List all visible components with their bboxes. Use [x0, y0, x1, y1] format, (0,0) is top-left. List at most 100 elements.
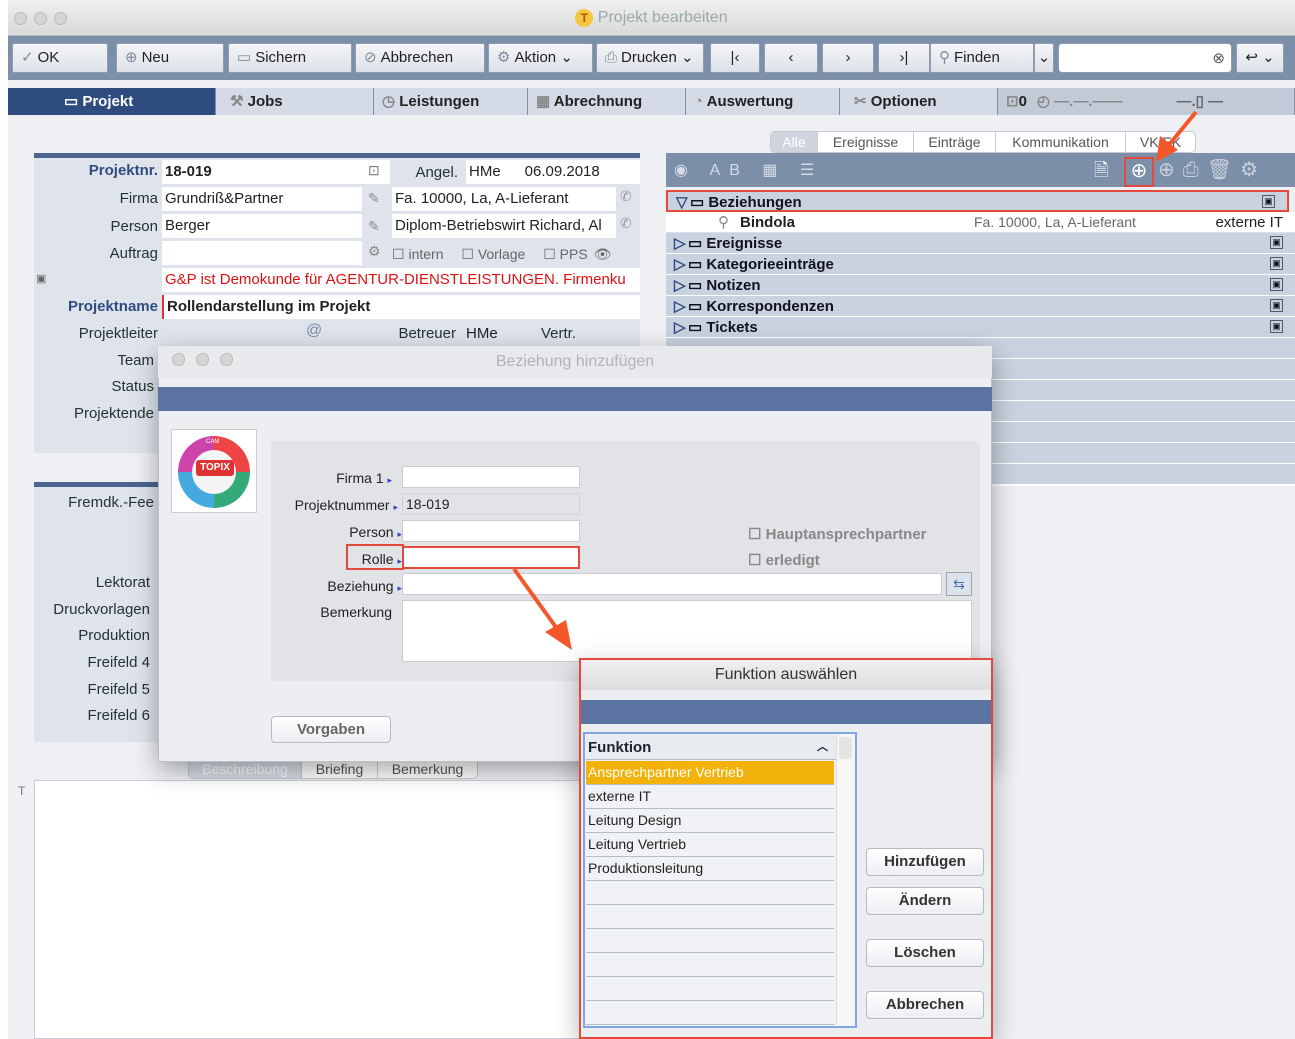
expand-icon[interactable]: ▣	[1262, 195, 1275, 208]
filter-tab-eintraege[interactable]: Einträge	[913, 132, 995, 152]
tab-jobs[interactable]: ⚒ Jobs	[216, 88, 374, 115]
gear-icon[interactable]: ⚙	[368, 243, 381, 260]
projektname-field[interactable]: Rollendarstellung im Projekt	[162, 295, 640, 319]
funktion-item[interactable]: externe IT	[586, 785, 834, 809]
abbrechen-dialog-button[interactable]: Abbrechen	[866, 991, 984, 1019]
expand-icon[interactable]: ▣	[1270, 257, 1283, 270]
intern-checkbox[interactable]: ☐	[392, 246, 408, 262]
sichern-button[interactable]: ▭ Sichern	[228, 43, 352, 73]
tree-row-kategorie[interactable]: ▷ ▭ Kategorieeinträge ▣	[666, 254, 1295, 275]
tree-row-notizen[interactable]: ▷ ▭ Notizen ▣	[666, 275, 1295, 296]
next-record-button[interactable]: ›	[822, 43, 874, 73]
funktion-header-bar	[581, 700, 991, 724]
person-input[interactable]	[402, 520, 580, 542]
aendern-button[interactable]: Ändern	[866, 887, 984, 915]
tree-row-korrespondenzen[interactable]: ▷ ▭ Korrespondenzen ▣	[666, 296, 1295, 317]
tab-optionen[interactable]: ✂ Optionen	[840, 88, 998, 115]
beziehung-input[interactable]	[402, 573, 942, 595]
swap-icon[interactable]: ⇆	[946, 572, 972, 596]
vorlage-checkbox[interactable]: ☐	[461, 246, 477, 262]
tree-row-beziehungen[interactable]: ▽ ▭ Beziehungen ▣	[666, 190, 1289, 212]
pencil-icon[interactable]: ✎	[368, 190, 380, 207]
zoom-window-button[interactable]	[54, 12, 67, 25]
previous-record-button[interactable]: ‹	[764, 43, 818, 73]
drucken-button[interactable]: ⎙ Drucken ⌄	[596, 43, 704, 73]
hauptansprechpartner-checkbox[interactable]: ☐ Hauptansprechpartner	[748, 525, 927, 543]
betreuer-value[interactable]: HMe	[466, 325, 498, 342]
expand-icon[interactable]: ▣	[1270, 236, 1283, 249]
bemerkung-input[interactable]	[402, 600, 972, 662]
at-icon[interactable]: @	[306, 322, 322, 340]
tree-row-tickets[interactable]: ▷ ▭ Tickets ▣	[666, 317, 1295, 338]
vorgaben-button[interactable]: Vorgaben	[271, 716, 391, 743]
filter-tab-kommunikation[interactable]: Kommunikation	[995, 132, 1125, 152]
dialog-close-button[interactable]	[172, 353, 185, 366]
project-note[interactable]: G&P ist Demokunde für AGENTUR-DIENSTLEIS…	[162, 268, 640, 292]
expand-icon[interactable]: ▣	[1270, 299, 1283, 312]
firma-field[interactable]: Grundriß&Partner	[162, 187, 362, 211]
filter-tab-vkek[interactable]: VK/EK	[1125, 132, 1195, 152]
pencil-icon[interactable]: ✎	[368, 218, 380, 235]
filter-tab-ereignisse[interactable]: Ereignisse	[817, 132, 913, 152]
eye-icon[interactable]: 👁	[594, 246, 612, 262]
filter-tab-alle[interactable]: Alle	[771, 132, 817, 152]
close-window-button[interactable]	[14, 12, 27, 25]
scrollbar-thumb[interactable]	[839, 737, 852, 759]
rolle-input[interactable]	[402, 546, 580, 569]
tab-abrechnung[interactable]: ▦ Abrechnung	[528, 88, 686, 115]
projektnr-field[interactable]: 18-019	[162, 160, 390, 184]
tree-more-icons[interactable]: ⊕⎙🗑⚙	[1158, 157, 1266, 182]
minimize-window-button[interactable]	[34, 12, 47, 25]
person-field[interactable]: Berger	[162, 214, 362, 238]
tab-projekt[interactable]: ▭ Projekt	[8, 88, 216, 115]
funktion-item[interactable]: Produktionsleitung	[586, 857, 834, 881]
projektnr-label: Projektnr.	[88, 162, 158, 179]
dialog-zoom-button[interactable]	[220, 353, 233, 366]
dialog-minimize-button[interactable]	[196, 353, 209, 366]
printer-icon: ⎙	[605, 49, 618, 66]
logo-top-text: CAM	[206, 439, 220, 445]
lock-icon[interactable]: ⊡	[368, 162, 380, 179]
first-record-button[interactable]: |‹	[710, 43, 760, 73]
tab-leistungen[interactable]: ◷ Leistungen	[374, 88, 528, 115]
finden-button[interactable]: ⚲ Finden	[930, 43, 1034, 73]
reply-dropdown-button[interactable]: ↩ ⌄	[1236, 43, 1284, 73]
projektende-label: Projektende	[73, 405, 154, 422]
pps-checkbox[interactable]: ☐	[543, 246, 559, 262]
phone-icon[interactable]: ✆	[620, 215, 632, 232]
clear-icon[interactable]: ⊗	[1212, 49, 1225, 67]
tab-beschreibung[interactable]: Beschreibung	[189, 760, 301, 778]
funktion-item[interactable]: Leitung Design	[586, 809, 834, 833]
tree-tool-icons[interactable]: ◉ AB ▦ ☰	[674, 160, 823, 180]
funktion-column-header[interactable]: Funktion ︿	[586, 735, 836, 760]
tree-row-bindola[interactable]: ⚲ Bindola Fa. 10000, La, A-Lieferant ext…	[666, 212, 1295, 233]
expand-icon[interactable]: ▣	[1270, 278, 1283, 291]
document-icon[interactable]: 🗎	[1094, 158, 1108, 188]
hinzufuegen-button[interactable]: Hinzufügen	[866, 848, 984, 876]
search-input[interactable]: ⊗	[1058, 43, 1232, 73]
last-record-button[interactable]: ›|	[878, 43, 930, 73]
description-editor[interactable]	[34, 780, 640, 1039]
auftrag-field[interactable]	[162, 241, 362, 265]
add-relation-button[interactable]: ⊕	[1124, 157, 1154, 187]
list-scrollbar[interactable]	[836, 735, 854, 1025]
funktion-item[interactable]: Leitung Vertrieb	[586, 833, 834, 857]
finden-dropdown[interactable]: ⌄	[1034, 43, 1054, 73]
erledigt-checkbox[interactable]: ☐ erledigt	[748, 551, 820, 569]
tab-auswertung[interactable]: ◔ Auswertung	[686, 88, 840, 115]
firma1-input[interactable]	[402, 466, 580, 488]
tab-bemerkung[interactable]: Bemerkung	[377, 760, 477, 778]
abbrechen-button[interactable]: ⊘ Abbrechen	[355, 43, 485, 73]
expand-icon[interactable]: ▣	[1270, 320, 1283, 333]
aktion-button[interactable]: ⚙ Aktion ⌄	[488, 43, 593, 73]
description-tabs: Beschreibung Briefing Bemerkung	[188, 759, 478, 779]
ok-button[interactable]: ✓ OK	[12, 43, 108, 73]
tree-row-ereignisse[interactable]: ▷ ▭ Ereignisse ▣	[666, 233, 1295, 254]
neu-button[interactable]: ⊕ Neu	[116, 43, 224, 73]
funktion-item-selected[interactable]: Ansprechpartner Vertrieb	[586, 761, 834, 785]
tab-briefing[interactable]: Briefing	[301, 760, 377, 778]
loeschen-button[interactable]: Löschen	[866, 939, 984, 967]
checkbox-icon: ☐	[748, 526, 766, 543]
phone-icon[interactable]: ✆	[620, 188, 632, 205]
angel-field[interactable]: HMe 06.09.2018	[466, 160, 640, 184]
